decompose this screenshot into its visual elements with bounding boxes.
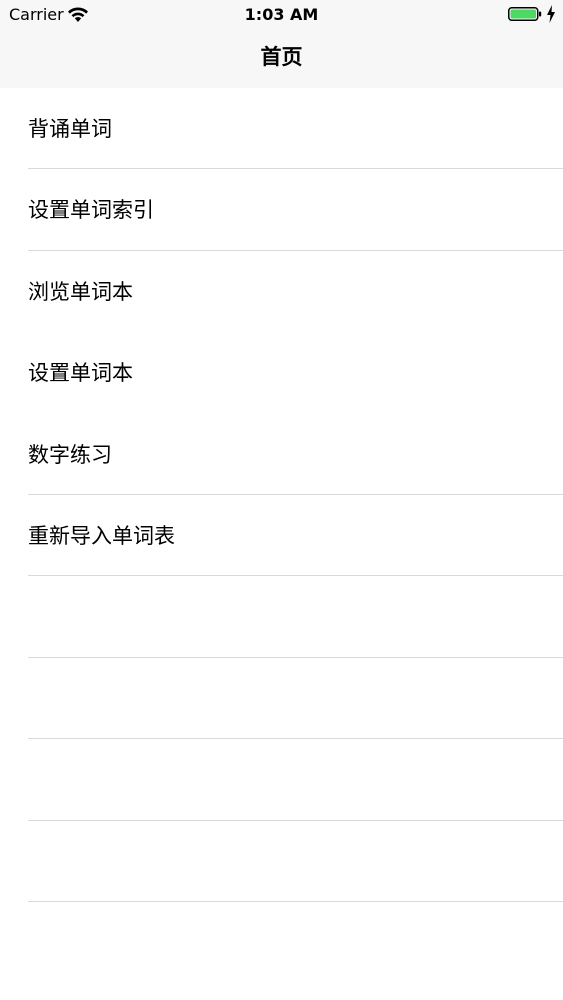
empty-row [0,576,563,658]
menu-item-set-word-index[interactable]: 设置单词索引 [0,169,563,251]
empty-row [0,821,563,902]
menu-item-label: 重新导入单词表 [28,523,175,548]
menu-item-label: 背诵单词 [28,117,112,141]
battery-icon [508,7,542,21]
bolt-icon [547,5,555,23]
row-separator [28,900,563,902]
menu-item-number-practice[interactable]: 数字练习 [0,414,563,495]
menu-list: 背诵单词 设置单词索引 浏览单词本 设置单词本 数字练习 重新导入单词表 [0,88,563,902]
menu-item-label: 设置单词本 [28,361,133,386]
navigation-bar: Carrier 1:03 AM 首页 [0,0,563,88]
empty-row [0,658,563,740]
status-time: 1:03 AM [244,5,319,24]
menu-item-set-wordbook[interactable]: 设置单词本 [0,332,563,413]
menu-item-browse-wordbook[interactable]: 浏览单词本 [0,251,563,332]
menu-item-label: 设置单词索引 [28,198,154,223]
page-title: 首页 [260,45,303,69]
menu-item-label: 浏览单词本 [28,279,133,304]
menu-item-recite-words[interactable]: 背诵单词 [0,88,563,170]
empty-row [0,739,563,821]
menu-item-label: 数字练习 [28,442,112,467]
status-bar: Carrier 1:03 AM [0,0,563,30]
menu-item-reimport-word-list[interactable]: 重新导入单词表 [0,495,563,577]
